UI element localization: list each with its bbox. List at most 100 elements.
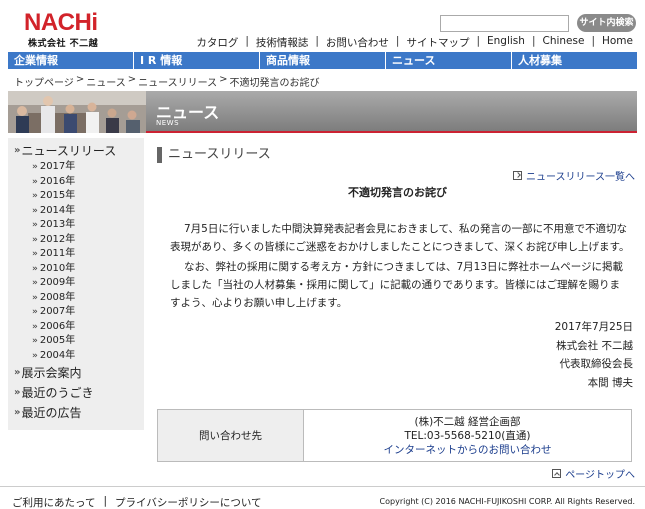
article-paragraph-2: なお、弊社の採用に関する考え方・方針につきましては、7月13日に弊社ホームページ… [170, 261, 623, 309]
double-chevron-icon: » [32, 292, 38, 303]
separator: | [476, 35, 481, 47]
util-link-chinese[interactable]: Chinese [542, 35, 584, 50]
sidebar-year-2006[interactable]: » 2006年 [8, 320, 144, 335]
breadcrumb-news[interactable]: ニュース [86, 74, 126, 89]
sidebar-year-label: 2010年 [39, 262, 76, 274]
double-chevron-icon: » [32, 205, 38, 216]
signature-position: 代表取締役会長 [559, 358, 634, 370]
breadcrumb-news-release[interactable]: ニュースリリース [138, 74, 217, 89]
breadcrumb-top[interactable]: トップページ [14, 74, 74, 89]
article-title: 不適切発言のお詫び [348, 186, 447, 199]
banner-title-area: ニュース NEWS [146, 91, 637, 133]
nav-company-info[interactable]: 企業情報 [8, 52, 134, 69]
separator: | [395, 35, 400, 47]
contact-internet-link[interactable]: インターネットからのお問い合わせ [384, 444, 552, 456]
sidebar-year-label: 2012年 [39, 233, 76, 245]
signature-date: 2017年7月25日 [554, 321, 633, 333]
signature-company: 株式会社 不二越 [556, 339, 633, 352]
arrow-up-box-icon [552, 469, 562, 478]
nav-recruit[interactable]: 人材募集 [512, 52, 637, 69]
arrow-box-icon [513, 171, 522, 180]
main-nav: 企業情報 I R 情報 商品情報 ニュース 人材募集 [8, 52, 637, 69]
sidebar-year-2007[interactable]: » 2007年 [8, 305, 144, 320]
util-link-tech-journal[interactable]: 技術情報誌 [256, 35, 309, 50]
article-paragraph-1: 7月5日に行いました中間決算発表記者会見におきまして、私の発言の一部に不用意で不… [170, 223, 630, 253]
sidebar-year-2016[interactable]: » 2016年 [8, 175, 144, 190]
sidebar-year-label: 2011年 [39, 248, 76, 259]
sidebar-year-2014[interactable]: » 2014年 [8, 204, 144, 219]
sidebar-year-2015[interactable]: » 2015年 [8, 189, 144, 204]
site-search-button[interactable]: サイト内検索 [577, 14, 636, 32]
util-link-english[interactable]: English [487, 35, 525, 50]
sidebar-year-2010[interactable]: » 2010年 [8, 262, 144, 277]
sidebar-year-label: 2007年 [39, 306, 76, 317]
footer-links: ご利用にあたって | プライバシーポリシーについて [12, 495, 262, 509]
double-chevron-icon: » [32, 249, 38, 259]
footer-link-terms[interactable]: ご利用にあたって [12, 495, 95, 509]
double-chevron-icon: » [32, 321, 38, 332]
sidebar-year-label: 2014年 [39, 204, 76, 216]
sidebar-year-2004[interactable]: » 2004年 [8, 349, 144, 364]
double-chevron-icon: » [32, 336, 38, 346]
site-search-input[interactable] [440, 15, 569, 32]
separator: | [591, 35, 595, 47]
separator: | [245, 35, 249, 47]
article-signature: 2017年7月25日 株式会社 不二越 代表取締役会長 本間 博夫 [555, 318, 633, 392]
sidebar-year-2013[interactable]: » 2013年 [8, 218, 144, 233]
footer-divider [0, 486, 645, 487]
separator: | [531, 35, 536, 47]
sidebar-year-2005[interactable]: » 2005年 [8, 334, 144, 349]
sidebar-item-label: 最近の広告 [21, 406, 82, 420]
banner-photo [8, 91, 146, 133]
double-chevron-icon: » [32, 350, 38, 361]
nav-news[interactable]: ニュース [386, 52, 512, 69]
sidebar-year-label: 2016年 [39, 175, 76, 187]
sidebar-year-2008[interactable]: » 2008年 [8, 291, 144, 306]
separator: | [103, 495, 108, 507]
contact-dept: (株)不二越 経営企画部 [414, 416, 521, 428]
footer-link-privacy[interactable]: プライバシーポリシーについて [115, 495, 261, 509]
section-heading: ニュースリリース [157, 147, 271, 163]
signature-name: 本間 博夫 [587, 376, 633, 389]
double-chevron-icon: » [32, 176, 38, 187]
breadcrumb-separator: > [219, 74, 228, 85]
contact-details: (株)不二越 経営企画部 TEL:03-5568-5210(直通) インターネッ… [304, 410, 631, 461]
sidebar-year-label: 2013年 [39, 219, 76, 230]
breadcrumb-separator: > [75, 74, 85, 85]
util-link-sitemap[interactable]: サイトマップ [406, 35, 469, 50]
banner-subtitle: NEWS [156, 119, 180, 127]
util-link-home[interactable]: Home [602, 35, 633, 50]
double-chevron-icon: » [14, 387, 21, 398]
page-top-label: ページトップへ [565, 470, 635, 481]
util-link-contact[interactable]: お問い合わせ [326, 35, 389, 50]
nav-ir-info[interactable]: I R 情報 [134, 52, 260, 69]
util-link-catalog[interactable]: カタログ [196, 35, 238, 50]
sidebar-year-list: » 2017年 » 2016年 » 2015年 » 2014年 » 2013年 » 2012… [8, 160, 144, 363]
utility-nav: カタログ | 技術情報誌 | お問い合わせ | サイトマップ | English | Ch… [196, 35, 633, 50]
double-chevron-icon: » [32, 220, 38, 230]
sidebar-year-2011[interactable]: » 2011年 [8, 247, 144, 262]
banner-people-image [8, 91, 146, 133]
breadcrumb-separator: > [127, 74, 137, 85]
company-logo[interactable]: NACHi 株式会社 不二越 [24, 10, 104, 50]
nav-products[interactable]: 商品情報 [260, 52, 386, 69]
sidebar-item-recent-ads[interactable]: » 最近の広告 [14, 404, 81, 421]
sidebar-year-label: 2004年 [39, 349, 76, 361]
double-chevron-icon: » [32, 278, 38, 288]
sidebar-year-2012[interactable]: » 2012年 [8, 233, 144, 248]
sidebar-item-news-release[interactable]: » ニュースリリース [14, 142, 116, 159]
sidebar-year-2009[interactable]: » 2009年 [8, 276, 144, 291]
sidebar-item-exhibitions[interactable]: » 展示会案内 [14, 364, 81, 381]
page-top-link[interactable]: ページトップへ [552, 466, 635, 481]
news-list-link-label: ニュースリリース一覧へ [526, 172, 635, 183]
sidebar-year-label: 2008年 [39, 291, 76, 303]
sidebar-item-recent-activities[interactable]: » 最近のうごき [14, 384, 93, 401]
sidebar-year-label: 2009年 [39, 277, 76, 288]
double-chevron-icon: » [14, 145, 21, 156]
sidebar-year-2017[interactable]: » 2017年 [8, 160, 144, 175]
news-list-link[interactable]: ニュースリリース一覧へ [513, 168, 635, 183]
contact-table: 問い合わせ先 (株)不二越 経営企画部 TEL:03-5568-5210(直通)… [157, 409, 632, 462]
sidebar-year-label: 2005年 [39, 335, 76, 346]
contact-tel: TEL:03-5568-5210(直通) [404, 430, 531, 442]
sidebar-item-label: 展示会案内 [21, 366, 82, 380]
